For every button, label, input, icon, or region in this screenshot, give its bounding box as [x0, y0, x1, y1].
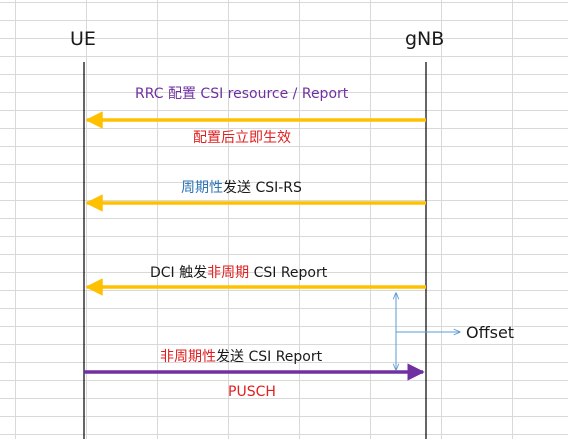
periodic-text: 周期性	[181, 180, 223, 196]
csi-rs-message-label: 周期性发送 CSI-RS	[181, 180, 302, 196]
config-effective-note: 配置后立即生效	[193, 130, 291, 146]
rrc-config-message-label: RRC 配置 CSI resource / Report	[135, 86, 349, 102]
csi-report-message-label: 非周期性发送 CSI Report	[160, 349, 322, 365]
send-csi-rs-text: 发送 CSI-RS	[223, 180, 302, 196]
pusch-label: PUSCH	[228, 384, 276, 400]
aperiodic-send-text: 非周期性	[160, 349, 216, 365]
aperiodic-text: 非周期	[207, 265, 250, 281]
gnb-participant-label: gNB	[405, 28, 445, 50]
send-csi-report-text: 发送 CSI Report	[216, 349, 323, 365]
csi-report-text: CSI Report	[249, 265, 328, 281]
dci-trigger-text: DCI 触发	[150, 265, 208, 281]
offset-label: Offset	[466, 323, 515, 342]
dci-trigger-message-label: DCI 触发非周期 CSI Report	[150, 265, 327, 281]
sequence-diagram	[83, 62, 568, 439]
ue-participant-label: UE	[70, 28, 96, 50]
